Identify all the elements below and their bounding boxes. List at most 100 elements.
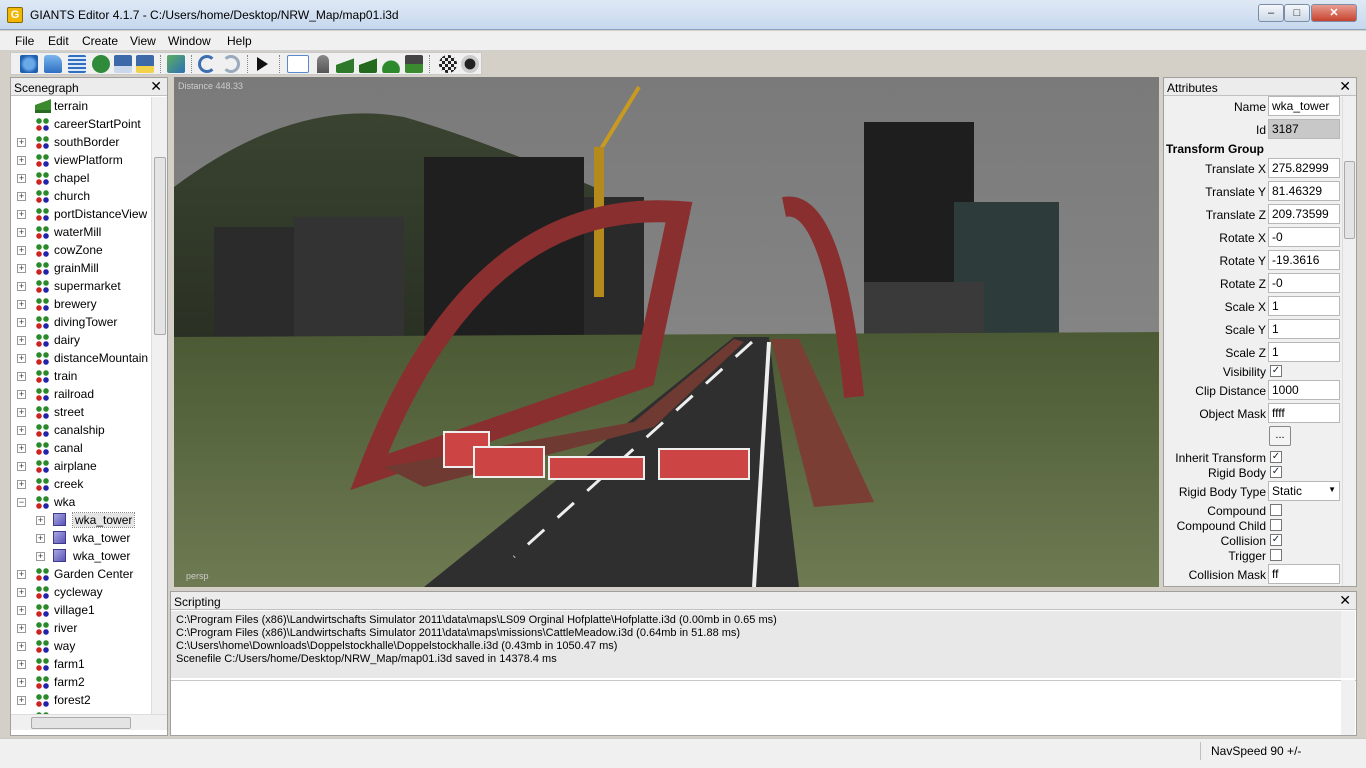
menu-window[interactable]: Window bbox=[168, 34, 211, 48]
play-icon[interactable] bbox=[257, 57, 268, 71]
attributes-vertical-scrollbar[interactable] bbox=[1342, 97, 1356, 586]
minimize-button[interactable]: – bbox=[1258, 4, 1284, 22]
close-window-button[interactable]: ✕ bbox=[1311, 4, 1357, 22]
expand-icon[interactable]: + bbox=[17, 300, 26, 309]
tree-node-farm1[interactable]: + farm1 bbox=[11, 655, 151, 673]
select-mode-icon[interactable] bbox=[287, 55, 309, 73]
tree-node-train[interactable]: + train bbox=[11, 367, 151, 385]
tree-node-dairy[interactable]: + dairy bbox=[11, 331, 151, 349]
tree-node-canalship[interactable]: + canalship bbox=[11, 421, 151, 439]
clip-distance-field[interactable]: 1000 bbox=[1268, 380, 1340, 400]
scrollbar-thumb[interactable] bbox=[154, 157, 166, 335]
expand-icon[interactable]: + bbox=[17, 426, 26, 435]
expand-icon[interactable]: + bbox=[17, 606, 26, 615]
collision-checkbox[interactable]: ✓ bbox=[1270, 534, 1282, 546]
tree-node-street[interactable]: + street bbox=[11, 403, 151, 421]
foliage-paint-icon[interactable] bbox=[382, 55, 400, 73]
scrollbar-thumb[interactable] bbox=[1344, 161, 1355, 239]
3d-viewport[interactable]: Distance 448.33 persp bbox=[174, 77, 1159, 587]
expand-icon[interactable]: + bbox=[17, 264, 26, 273]
tree-node-viewplatform[interactable]: + viewPlatform bbox=[11, 151, 151, 169]
expand-icon[interactable]: + bbox=[17, 156, 26, 165]
menu-edit[interactable]: Edit bbox=[48, 34, 69, 48]
expand-icon[interactable]: + bbox=[17, 336, 26, 345]
translate-z-field[interactable]: 209.73599 bbox=[1268, 204, 1340, 224]
new-icon[interactable] bbox=[20, 55, 38, 73]
expand-icon[interactable]: + bbox=[36, 552, 45, 561]
expand-icon[interactable]: + bbox=[17, 588, 26, 597]
tree-node-wka[interactable]: − wka bbox=[11, 493, 151, 511]
inherit-transform-checkbox[interactable]: ✓ bbox=[1270, 451, 1282, 463]
save-as-icon[interactable] bbox=[136, 55, 154, 73]
tree-node-chapel[interactable]: + chapel bbox=[11, 169, 151, 187]
close-icon[interactable]: ✕ bbox=[1339, 593, 1351, 607]
script-input-scrollbar[interactable] bbox=[1341, 680, 1355, 735]
tree-node-supermarket[interactable]: + supermarket bbox=[11, 277, 151, 295]
translate-x-field[interactable]: 275.82999 bbox=[1268, 158, 1340, 178]
open-icon[interactable] bbox=[44, 55, 62, 73]
tree-node-cowzone[interactable]: + cowZone bbox=[11, 241, 151, 259]
trigger-checkbox[interactable] bbox=[1270, 549, 1282, 561]
expand-icon[interactable]: + bbox=[36, 534, 45, 543]
undo-icon[interactable] bbox=[198, 55, 216, 73]
expand-icon[interactable]: + bbox=[17, 210, 26, 219]
tree-node-wka-tower[interactable]: + wka_tower bbox=[11, 529, 151, 547]
tree-node-southborder[interactable]: + southBorder bbox=[11, 133, 151, 151]
maximize-button[interactable]: □ bbox=[1284, 4, 1310, 22]
tree-node-airplane[interactable]: + airplane bbox=[11, 457, 151, 475]
menu-help[interactable]: Help bbox=[227, 34, 252, 48]
terrain-paint-icon[interactable] bbox=[359, 55, 377, 73]
scenegraph-horizontal-scrollbar[interactable] bbox=[11, 714, 167, 730]
expand-icon[interactable]: + bbox=[17, 318, 26, 327]
tree-node-distancemountain[interactable]: + distanceMountain bbox=[11, 349, 151, 367]
list-icon[interactable] bbox=[68, 55, 86, 73]
expand-icon[interactable]: + bbox=[17, 228, 26, 237]
scale-z-field[interactable]: 1 bbox=[1268, 342, 1340, 362]
expand-icon[interactable]: + bbox=[17, 570, 26, 579]
translate-y-field[interactable]: 81.46329 bbox=[1268, 181, 1340, 201]
close-icon[interactable]: ✕ bbox=[150, 79, 162, 93]
tree-node-garden-center[interactable]: + Garden Center bbox=[11, 565, 151, 583]
expand-icon[interactable]: + bbox=[17, 390, 26, 399]
object-mask-edit-button[interactable]: ... bbox=[1269, 426, 1291, 446]
tree-node-creek[interactable]: + creek bbox=[11, 475, 151, 493]
redo-icon[interactable] bbox=[222, 55, 240, 73]
menu-create[interactable]: Create bbox=[82, 34, 118, 48]
tree-node-river[interactable]: + river bbox=[11, 619, 151, 637]
visibility-checkbox[interactable]: ✓ bbox=[1270, 365, 1282, 377]
rotate-y-field[interactable]: -19.3616 bbox=[1268, 250, 1340, 270]
name-field[interactable]: wka_tower bbox=[1268, 96, 1340, 116]
scale-y-field[interactable]: 1 bbox=[1268, 319, 1340, 339]
compound-child-checkbox[interactable] bbox=[1270, 519, 1282, 531]
expand-icon[interactable]: + bbox=[17, 462, 26, 471]
expand-icon[interactable]: + bbox=[36, 516, 45, 525]
tree-node-portdistanceview[interactable]: + portDistanceView bbox=[11, 205, 151, 223]
tree-node-village1[interactable]: + village1 bbox=[11, 601, 151, 619]
rotate-z-field[interactable]: -0 bbox=[1268, 273, 1340, 293]
expand-icon[interactable]: + bbox=[17, 624, 26, 633]
rigid-body-type-select[interactable]: Static ▼ bbox=[1268, 481, 1340, 501]
tree-node-grainmill[interactable]: + grainMill bbox=[11, 259, 151, 277]
tree-node-cycleway[interactable]: + cycleway bbox=[11, 583, 151, 601]
script-log-scrollbar[interactable] bbox=[1341, 611, 1355, 678]
tree-node-forest2[interactable]: + forest2 bbox=[11, 691, 151, 709]
scenegraph-vertical-scrollbar[interactable] bbox=[151, 97, 167, 714]
expand-icon[interactable]: + bbox=[17, 246, 26, 255]
tree-node-railroad[interactable]: + railroad bbox=[11, 385, 151, 403]
expand-icon[interactable]: + bbox=[17, 282, 26, 291]
expand-icon[interactable]: + bbox=[17, 660, 26, 669]
menu-file[interactable]: File bbox=[15, 34, 34, 48]
scrollbar-thumb[interactable] bbox=[31, 717, 131, 729]
tree-node-careerstartpoint[interactable]: careerStartPoint bbox=[11, 115, 151, 133]
tree-node-watermill[interactable]: + waterMill bbox=[11, 223, 151, 241]
tree-node-wka-tower[interactable]: + wka_tower bbox=[11, 547, 151, 565]
compound-checkbox[interactable] bbox=[1270, 504, 1282, 516]
expand-icon[interactable]: + bbox=[17, 354, 26, 363]
tree-node-farm2[interactable]: + farm2 bbox=[11, 673, 151, 691]
expand-icon[interactable]: + bbox=[17, 174, 26, 183]
tree-node-church[interactable]: + church bbox=[11, 187, 151, 205]
terrain-sculpt-icon[interactable] bbox=[336, 55, 354, 73]
expand-icon[interactable]: + bbox=[17, 696, 26, 705]
tree-node-canal[interactable]: + canal bbox=[11, 439, 151, 457]
rotate-x-field[interactable]: -0 bbox=[1268, 227, 1340, 247]
